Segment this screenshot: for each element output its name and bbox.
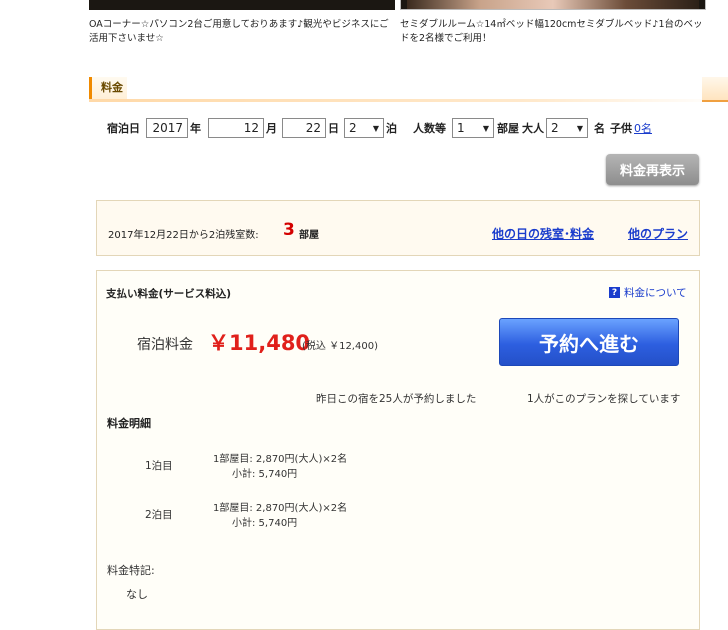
rooms-value: 1 <box>457 121 465 135</box>
room-photo-oa-corner <box>89 0 395 10</box>
year-input[interactable]: 2017 <box>146 118 188 138</box>
nights-unit: 泊 <box>386 122 397 135</box>
year-unit: 年 <box>190 122 201 135</box>
night-2-room-line: 1部屋目: 2,870円(大人)×2名 <box>213 503 348 514</box>
price-notes-value: なし <box>126 588 148 601</box>
payment-title: 支払い料金(サービス料込) <box>106 288 232 300</box>
photo-caption-right: セミダブルルーム☆14㎡ベッド幅120cmセミダブルベッド♪1台のベッドを2名様… <box>400 19 703 44</box>
chevron-down-icon: ▼ <box>482 123 489 133</box>
other-plans-link[interactable]: 他のプラン <box>628 225 688 242</box>
section-title-price: 料金 <box>89 77 127 99</box>
adult-label: 大人 <box>522 122 544 135</box>
adult-unit: 名 <box>594 122 605 135</box>
stay-date-row: 宿泊日 2017 年 12 月 22 日 2 ▼ 泊 人数等 1 ▼ 部屋 大人… <box>107 117 652 139</box>
guests-label: 人数等 <box>413 122 446 135</box>
reserve-button[interactable]: 予約へ進む <box>499 318 679 366</box>
chevron-down-icon: ▼ <box>576 123 583 133</box>
night-1-label: 1泊目 <box>145 460 173 472</box>
rooms-left-count: 3 <box>283 220 295 240</box>
section-tab-edge <box>702 77 728 102</box>
night-1-subtotal: 小計: 5,740円 <box>232 469 298 480</box>
adults-select[interactable]: 2 ▼ <box>546 118 588 138</box>
help-icon: ? <box>609 287 620 298</box>
chevron-down-icon: ▼ <box>372 123 379 133</box>
month-unit: 月 <box>266 122 277 135</box>
price-help-link[interactable]: ? 料金について <box>609 285 687 300</box>
nights-select[interactable]: 2 ▼ <box>344 118 384 138</box>
rooms-left-unit: 部屋 <box>299 230 319 241</box>
child-label: 子供 <box>610 122 632 135</box>
price-help-text: 料金について <box>624 287 687 299</box>
other-days-link[interactable]: 他の日の残室･料金 <box>492 225 594 242</box>
night-1-room-line: 1部屋目: 2,870円(大人)×2名 <box>213 454 348 465</box>
stay-date-label: 宿泊日 <box>107 122 140 135</box>
children-count-link[interactable]: 0名 <box>634 120 652 136</box>
night-2-subtotal: 小計: 5,740円 <box>232 518 298 529</box>
room-price: ￥11,480 <box>208 331 311 355</box>
rooms-select[interactable]: 1 ▼ <box>452 118 494 138</box>
price-notes-title: 料金特記: <box>107 564 155 577</box>
photo-caption-left: OAコーナー☆パソコン2台ご用意しておりあます♪観光やビジネスにご活用下さいませ… <box>89 19 389 44</box>
tax-included-price: (税込 ￥12,400) <box>302 341 378 352</box>
availability-text: 2017年12月22日から2泊残室数: <box>108 230 259 241</box>
day-input[interactable]: 22 <box>282 118 326 138</box>
redisplay-price-button[interactable]: 料金再表示 <box>606 154 699 185</box>
breakdown-title: 料金明細 <box>107 417 151 430</box>
night-2-label: 2泊目 <box>145 509 173 521</box>
room-price-label: 宿泊料金 <box>137 337 193 353</box>
searching-now-text: 1人がこのプランを探しています <box>527 393 681 405</box>
nights-value: 2 <box>349 121 357 135</box>
booked-yesterday-text: 昨日この宿を25人が予約しました <box>316 393 477 405</box>
section-divider <box>89 99 725 102</box>
rooms-unit: 部屋 <box>497 122 519 135</box>
day-unit: 日 <box>328 122 339 135</box>
adults-value: 2 <box>551 121 559 135</box>
room-photo-semi-double <box>400 0 706 10</box>
month-input[interactable]: 12 <box>208 118 264 138</box>
